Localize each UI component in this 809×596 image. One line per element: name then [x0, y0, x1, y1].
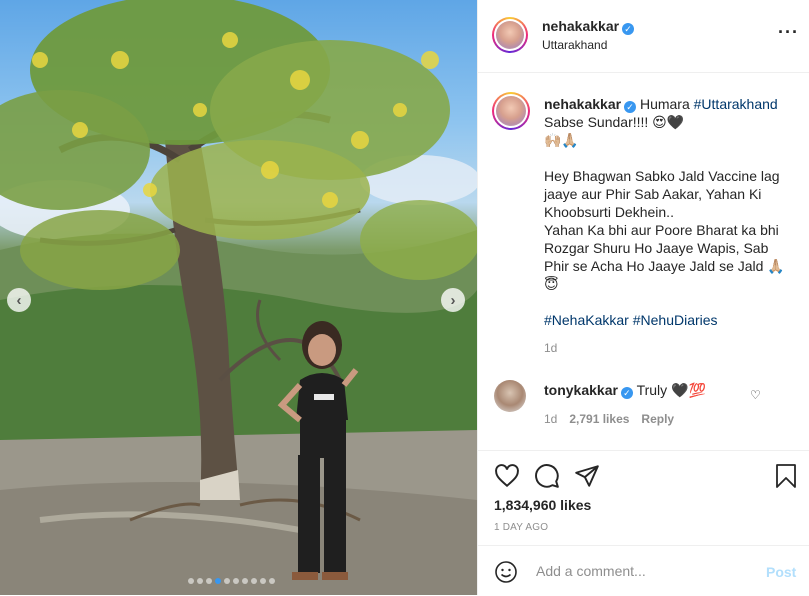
- hashtag-uttarakhand[interactable]: #Uttarakhand: [694, 96, 778, 112]
- comment-input[interactable]: [534, 558, 758, 584]
- carousel-indicator: [188, 578, 275, 584]
- previous-photo-button[interactable]: ‹: [7, 288, 31, 312]
- caption-timestamp[interactable]: 1d: [544, 339, 794, 357]
- caption-emoji-line: 🙌🏼🙏🏼: [544, 132, 579, 148]
- verified-badge-icon: ✓: [622, 23, 635, 35]
- emoji-icon[interactable]: [494, 560, 518, 584]
- author-avatar[interactable]: [492, 17, 528, 53]
- post-photo[interactable]: ‹ ›: [0, 0, 477, 595]
- post-date[interactable]: 1 DAY AGO: [494, 522, 548, 533]
- caption-author-avatar[interactable]: [492, 92, 530, 130]
- caption-paragraph: Yahan Ka bhi aur Poore Bharat ka bhi Roz…: [544, 222, 785, 292]
- instagram-post: ‹ › nehakakkar ✓ Uttarakhand ··· nehakakk…: [0, 0, 809, 595]
- carousel-dot: [269, 578, 275, 584]
- caption-paragraph: Hey Bhagwan Sabko Jald Vaccine lag jaaye…: [544, 168, 780, 220]
- comment-text: Truly 🖤💯: [636, 382, 706, 398]
- like-heart-icon[interactable]: [494, 463, 520, 489]
- more-options-icon[interactable]: ···: [778, 23, 799, 41]
- post-actions: 1,834,960 likes 1 DAY AGO: [478, 450, 809, 547]
- commenter-avatar[interactable]: [494, 380, 526, 412]
- add-comment-bar: Post: [478, 545, 809, 596]
- like-comment-heart-icon[interactable]: ♡: [750, 388, 761, 402]
- carousel-dot: [206, 578, 212, 584]
- post-side-panel: nehakakkar ✓ Uttarakhand ··· nehakakkar ✓ …: [477, 0, 809, 595]
- carousel-dot: [215, 578, 221, 584]
- carousel-dot: [188, 578, 194, 584]
- post-header: nehakakkar ✓ Uttarakhand ···: [478, 0, 809, 73]
- share-paper-plane-icon[interactable]: [574, 463, 600, 489]
- verified-badge-icon: ✓: [620, 387, 633, 399]
- caption-text: Humara: [639, 96, 690, 112]
- caption-username[interactable]: nehakakkar: [544, 96, 621, 112]
- post-likes-count[interactable]: 1,834,960 likes: [494, 497, 591, 513]
- hashtag-nehudiaries[interactable]: #NehuDiaries: [633, 312, 718, 328]
- caption-text: Sabse Sundar!!!! 😍🖤: [544, 114, 685, 130]
- carousel-dot: [197, 578, 203, 584]
- next-photo-button[interactable]: ›: [441, 288, 465, 312]
- hashtag-nehakakkar[interactable]: #NehaKakkar: [544, 312, 629, 328]
- comment-timestamp[interactable]: 1d: [544, 412, 557, 426]
- photo-scene: [0, 0, 477, 595]
- post-caption: nehakakkar ✓ Humara #Uttarakhand Sabse Su…: [544, 95, 794, 357]
- comment-bubble-icon[interactable]: [534, 463, 560, 489]
- carousel-dot: [242, 578, 248, 584]
- post-comment-button[interactable]: Post: [766, 564, 796, 580]
- comment-likes[interactable]: 2,791 likes: [569, 412, 629, 426]
- verified-badge-icon: ✓: [624, 101, 637, 113]
- save-bookmark-icon[interactable]: [774, 463, 798, 489]
- commenter-username[interactable]: tonykakkar: [544, 382, 618, 398]
- author-username[interactable]: nehakakkar: [542, 18, 619, 34]
- carousel-dot: [224, 578, 230, 584]
- carousel-dot: [260, 578, 266, 584]
- carousel-dot: [233, 578, 239, 584]
- carousel-dot: [251, 578, 257, 584]
- post-location[interactable]: Uttarakhand: [542, 38, 607, 52]
- reply-button[interactable]: Reply: [641, 412, 674, 426]
